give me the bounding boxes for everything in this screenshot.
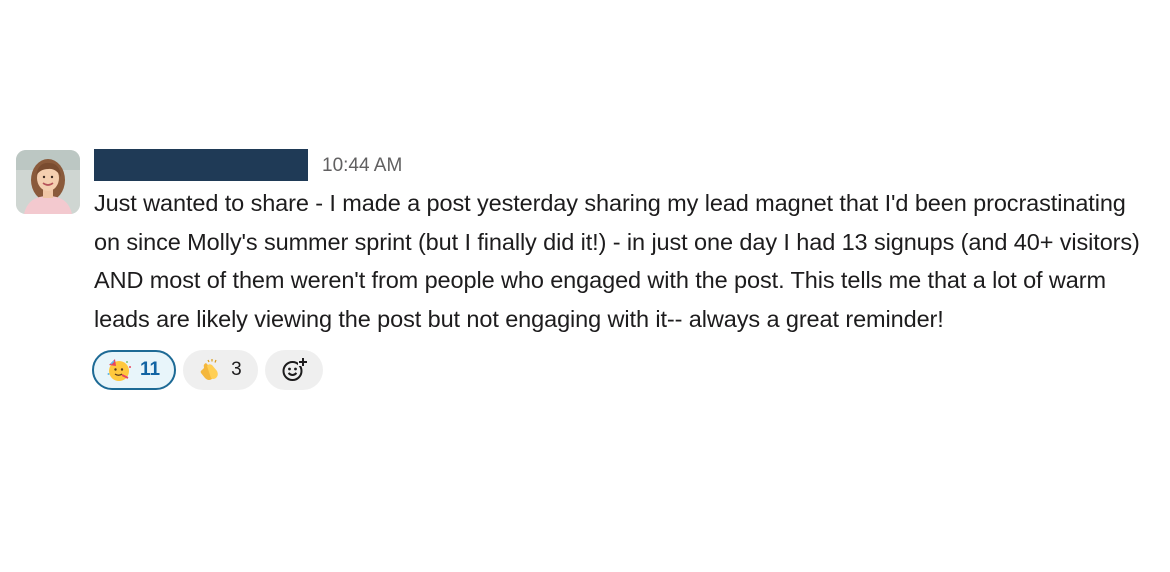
add-reaction-button[interactable] [264, 350, 323, 390]
message-text: Just wanted to share - I made a post yes… [94, 190, 1140, 332]
partying-face-icon [107, 359, 131, 381]
reaction-count: 11 [140, 359, 161, 380]
message-header: 10:44 AM [94, 148, 1154, 182]
clapping-hands-icon [200, 359, 218, 380]
message-timestamp[interactable]: 10:44 AM [322, 155, 402, 177]
reaction-clapping-hands[interactable]: 3 [183, 350, 258, 390]
add-emoji-icon [282, 358, 308, 381]
reaction-partying-face[interactable]: 11 [92, 350, 177, 390]
reactions-bar: 11 3 [92, 350, 1154, 390]
author-name-redacted[interactable] [94, 149, 308, 181]
message-content: 10:44 AM Just wanted to share - I made a… [92, 148, 1154, 390]
reaction-count: 3 [231, 359, 242, 380]
avatar-photo [16, 150, 80, 214]
avatar[interactable] [16, 150, 80, 214]
